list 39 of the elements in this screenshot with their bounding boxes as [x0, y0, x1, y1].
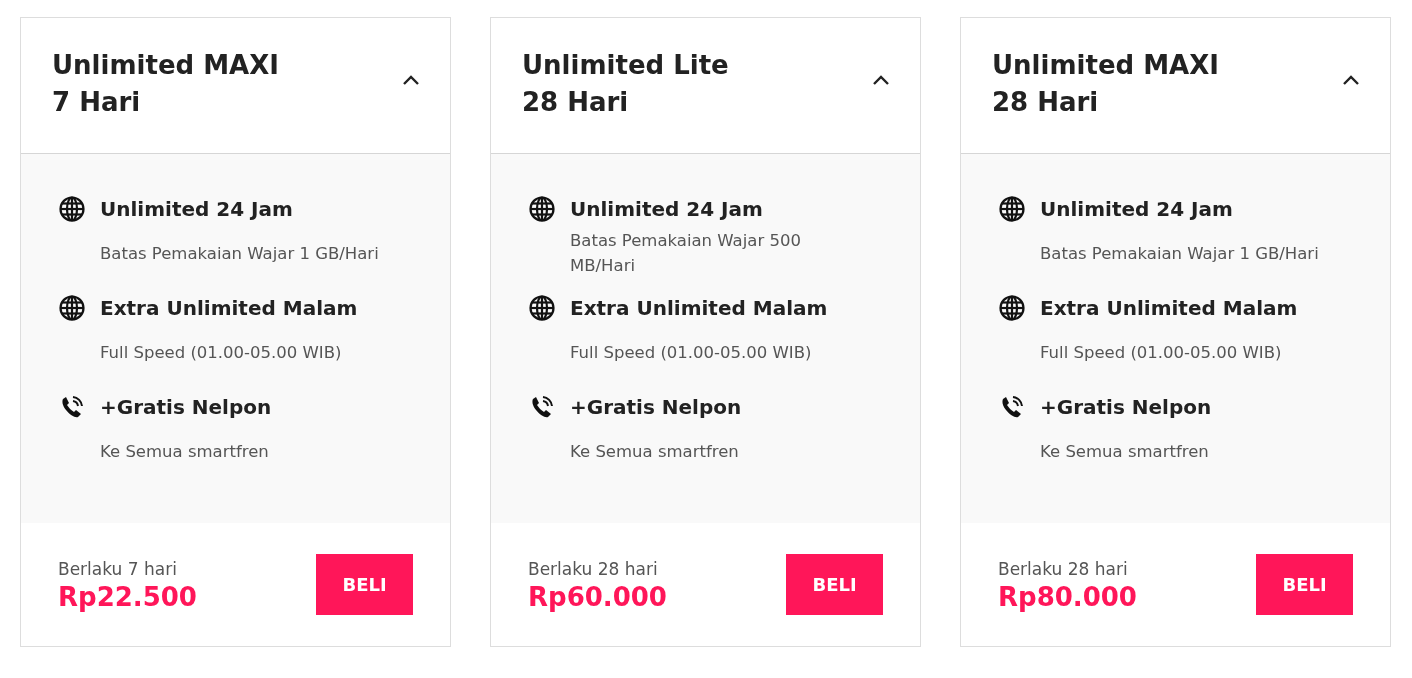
buy-button[interactable]: BELI: [1256, 554, 1353, 615]
feature-description: Full Speed (01.00-05.00 WIB): [1040, 341, 1282, 364]
feature-title: +Gratis Nelpon: [1040, 394, 1213, 421]
feature-title: Extra Unlimited Malam: [100, 295, 359, 322]
feature-description: Ke Semua smartfren: [100, 440, 269, 463]
globe-icon: [58, 195, 86, 223]
chevron-icon[interactable]: [1342, 73, 1360, 86]
feature-title: Extra Unlimited Malam: [1040, 295, 1299, 322]
plan-title: Unlimited MAXI 7 Hari: [52, 49, 279, 119]
price: Rp80.000: [998, 580, 1137, 613]
feature-description: Batas Pemakaian Wajar 1 GB/Hari: [1040, 242, 1319, 265]
feature-title: Unlimited 24 Jam: [1040, 196, 1234, 223]
feature-description: Full Speed (01.00-05.00 WIB): [570, 341, 812, 364]
feature-description: Batas Pemakaian Wajar 1 GB/Hari: [100, 242, 379, 265]
plan-title: Unlimited MAXI 28 Hari: [992, 49, 1219, 119]
price: Rp22.500: [58, 580, 197, 613]
chevron-icon[interactable]: [402, 73, 420, 86]
globe-icon: [528, 195, 556, 223]
plan-title: Unlimited Lite 28 Hari: [522, 49, 729, 119]
feature-title: Extra Unlimited Malam: [570, 295, 829, 322]
price: Rp60.000: [528, 580, 667, 613]
globe-icon: [528, 294, 556, 322]
validity-text: Berlaku 28 hari: [998, 557, 1129, 581]
chevron-icon[interactable]: [872, 73, 890, 86]
globe-icon: [998, 294, 1026, 322]
feature-title: Unlimited 24 Jam: [570, 196, 764, 223]
feature-title: Unlimited 24 Jam: [100, 196, 294, 223]
feature-title: +Gratis Nelpon: [100, 394, 273, 421]
validity-text: Berlaku 28 hari: [528, 557, 659, 581]
globe-icon: [58, 294, 86, 322]
buy-button[interactable]: BELI: [786, 554, 883, 615]
buy-button[interactable]: BELI: [316, 554, 413, 615]
validity-text: Berlaku 7 hari: [58, 557, 178, 581]
feature-description: Ke Semua smartfren: [570, 440, 739, 463]
feature-title: +Gratis Nelpon: [570, 394, 743, 421]
globe-icon: [998, 195, 1026, 223]
feature-description: Batas Pemakaian Wajar 500 MB/Hari: [570, 230, 802, 277]
feature-description: Full Speed (01.00-05.00 WIB): [100, 341, 342, 364]
feature-description: Ke Semua smartfren: [1040, 440, 1209, 463]
